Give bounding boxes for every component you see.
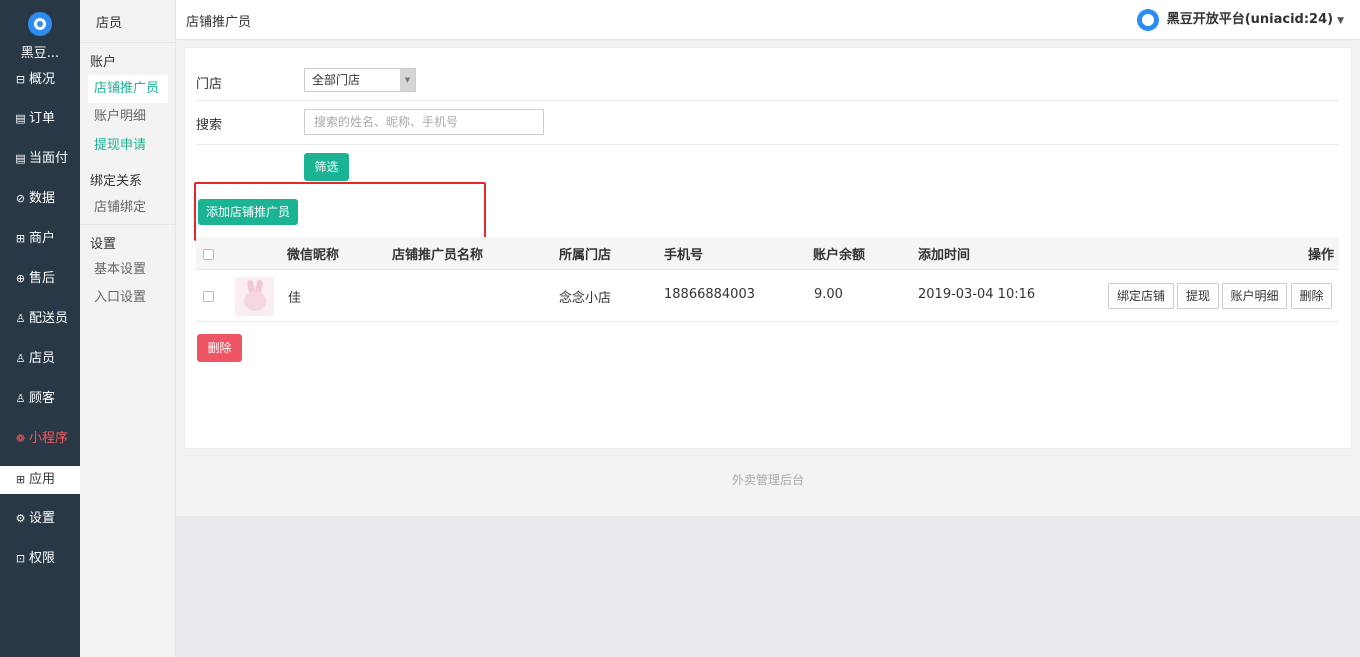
- footer-text: 外卖管理后台: [731, 473, 804, 487]
- cell-nickname: 佳: [288, 291, 302, 306]
- group-binding: 绑定关系: [90, 174, 143, 189]
- col-header-promoter-name: 店铺推广员名称: [392, 248, 484, 263]
- account-logo-icon: [1136, 8, 1159, 31]
- nav-item-clerks[interactable]: ♙ 店员: [0, 345, 80, 373]
- nav-item-label: 配送员: [29, 311, 69, 326]
- nav-item-apps[interactable]: ⊞ 应用: [0, 466, 80, 494]
- row-checkbox[interactable]: [203, 291, 214, 302]
- top-bar: 店铺推广员 黑豆开放平台(uniacid:24) ▼: [176, 0, 1360, 40]
- customer-icon: ♙: [15, 392, 26, 405]
- cell-balance: 9.00: [814, 287, 843, 302]
- group-settings: 设置: [80, 224, 175, 252]
- nav-item-label: 顾客: [29, 391, 56, 406]
- nav-item-label: 数据: [29, 191, 56, 206]
- data-icon: ⊘: [15, 192, 26, 205]
- nav-item-merchants[interactable]: ⊞ 商户: [0, 225, 80, 253]
- search-input[interactable]: [304, 109, 544, 135]
- subnav-item-entry-settings[interactable]: 入口设置: [88, 284, 168, 312]
- nav-item-mini-program[interactable]: ❁ 小程序: [0, 425, 80, 453]
- cell-phone: 18866884003: [664, 287, 755, 302]
- after-sales-icon: ⊕: [15, 272, 26, 285]
- nav-item-face-pay[interactable]: ▤ 当面付: [0, 145, 80, 173]
- col-header-phone: 手机号: [664, 248, 704, 263]
- select-all-checkbox[interactable]: [203, 249, 214, 260]
- nav-item-overview[interactable]: ⊟ 概况: [0, 66, 80, 94]
- courier-icon: ♙: [15, 312, 26, 325]
- nav-item-permissions[interactable]: ⊡ 权限: [0, 545, 80, 573]
- col-header-store: 所属门店: [559, 248, 612, 263]
- subnav-item-basic-settings[interactable]: 基本设置: [88, 256, 168, 284]
- apps-icon: ⊞: [15, 473, 26, 486]
- store-select[interactable]: 全部门店 ▼: [304, 68, 416, 92]
- nav-item-settings[interactable]: ⚙ 设置: [0, 505, 80, 533]
- col-header-added-time: 添加时间: [918, 248, 971, 263]
- delete-row-button[interactable]: 删除: [1291, 283, 1332, 309]
- nav-item-customers[interactable]: ♙ 顾客: [0, 385, 80, 413]
- account-menu[interactable]: 黑豆开放平台(uniacid:24) ▼: [1136, 8, 1344, 32]
- orders-icon: ▤: [15, 112, 26, 125]
- merchants-icon: ⊞: [15, 232, 26, 245]
- chevron-down-icon: ▼: [1337, 16, 1344, 26]
- brand-name: 黑豆...: [20, 46, 60, 61]
- nav-item-label: 售后: [29, 271, 56, 286]
- cell-added-time: 2019-03-04 10:16: [918, 287, 1036, 302]
- nav-item-label: 应用: [29, 472, 56, 487]
- nav-item-label: 设置: [29, 511, 56, 526]
- account-name: 黑豆开放平台(uniacid:24): [1166, 12, 1334, 27]
- cell-store: 念念小店: [559, 291, 612, 306]
- avatar-face: [244, 291, 266, 311]
- brand-logo-icon: [28, 12, 52, 36]
- col-header-actions: 操作: [1308, 248, 1335, 263]
- store-filter-label: 门店: [196, 77, 223, 92]
- nav-item-label: 小程序: [29, 431, 69, 446]
- avatar: [235, 277, 274, 316]
- secondary-nav-title: 店员: [96, 16, 123, 31]
- search-label: 搜索: [196, 118, 223, 133]
- col-header-balance: 账户余额: [813, 248, 866, 263]
- add-promoter-button[interactable]: 添加店铺推广员: [198, 199, 298, 225]
- brand-logo[interactable]: 黑豆...: [0, 10, 80, 62]
- subnav-item-store-binding[interactable]: 店铺绑定: [88, 194, 168, 222]
- main-nav: 黑豆... ⊟ 概况 ▤ 订单 ▤ 当面付 ⊘ 数据 ⊞ 商户 ⊕ 售后 ♙ 配送员 ♙ 店员 …: [0, 0, 80, 657]
- subnav-item-withdraw[interactable]: 提现申请: [88, 132, 168, 160]
- page-title: 店铺推广员: [186, 15, 252, 30]
- select-arrow-icon: ▼: [400, 69, 415, 91]
- overview-icon: ⊟: [15, 73, 26, 86]
- filter-button[interactable]: 筛选: [304, 153, 349, 181]
- divider: [196, 321, 1339, 322]
- nav-item-label: 当面付: [29, 151, 69, 166]
- clerk-icon: ♙: [15, 352, 26, 365]
- mini-program-icon: ❁: [15, 432, 26, 445]
- bulk-delete-button[interactable]: 删除: [197, 334, 242, 362]
- nav-item-orders[interactable]: ▤ 订单: [0, 105, 80, 133]
- face-pay-icon: ▤: [15, 152, 26, 165]
- divider: [196, 100, 1339, 101]
- account-detail-button[interactable]: 账户明细: [1222, 283, 1287, 309]
- lock-icon: ⊡: [15, 552, 26, 565]
- withdraw-button[interactable]: 提现: [1177, 283, 1219, 309]
- nav-item-label: 商户: [29, 231, 56, 246]
- nav-item-label: 订单: [29, 111, 56, 126]
- nav-item-label: 概况: [29, 72, 56, 87]
- nav-item-label: 店员: [29, 351, 56, 366]
- nav-item-after-sales[interactable]: ⊕ 售后: [0, 265, 80, 293]
- gear-icon: ⚙: [15, 512, 26, 525]
- table-header: [196, 237, 1339, 270]
- nav-item-couriers[interactable]: ♙ 配送员: [0, 305, 80, 333]
- col-header-nickname: 微信昵称: [287, 248, 340, 263]
- subnav-item-account-detail[interactable]: 账户明细: [88, 103, 168, 131]
- secondary-nav: 店员 账户 店铺推广员 账户明细 提现申请 绑定关系 店铺绑定 设置 基本设置 …: [80, 0, 176, 657]
- group-account: 账户: [80, 42, 175, 70]
- store-select-value: 全部门店: [312, 73, 361, 87]
- subnav-item-promoter[interactable]: 店铺推广员: [88, 75, 168, 103]
- nav-item-data[interactable]: ⊘ 数据: [0, 185, 80, 213]
- nav-item-label: 权限: [29, 551, 56, 566]
- divider: [196, 144, 1339, 145]
- bind-store-button[interactable]: 绑定店铺: [1108, 283, 1174, 309]
